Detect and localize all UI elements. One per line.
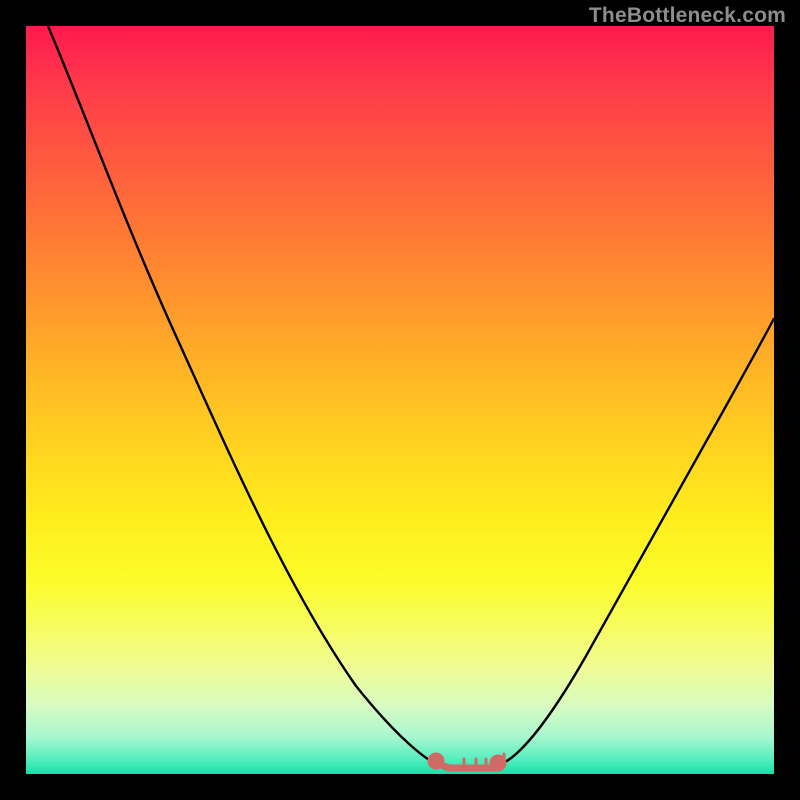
chart-frame: TheBottleneck.com <box>0 0 800 800</box>
bottleneck-curve <box>48 26 774 766</box>
plot-area <box>26 26 774 774</box>
curve-layer <box>26 26 774 774</box>
watermark-text: TheBottleneck.com <box>589 4 786 28</box>
optimal-marker <box>431 754 504 768</box>
